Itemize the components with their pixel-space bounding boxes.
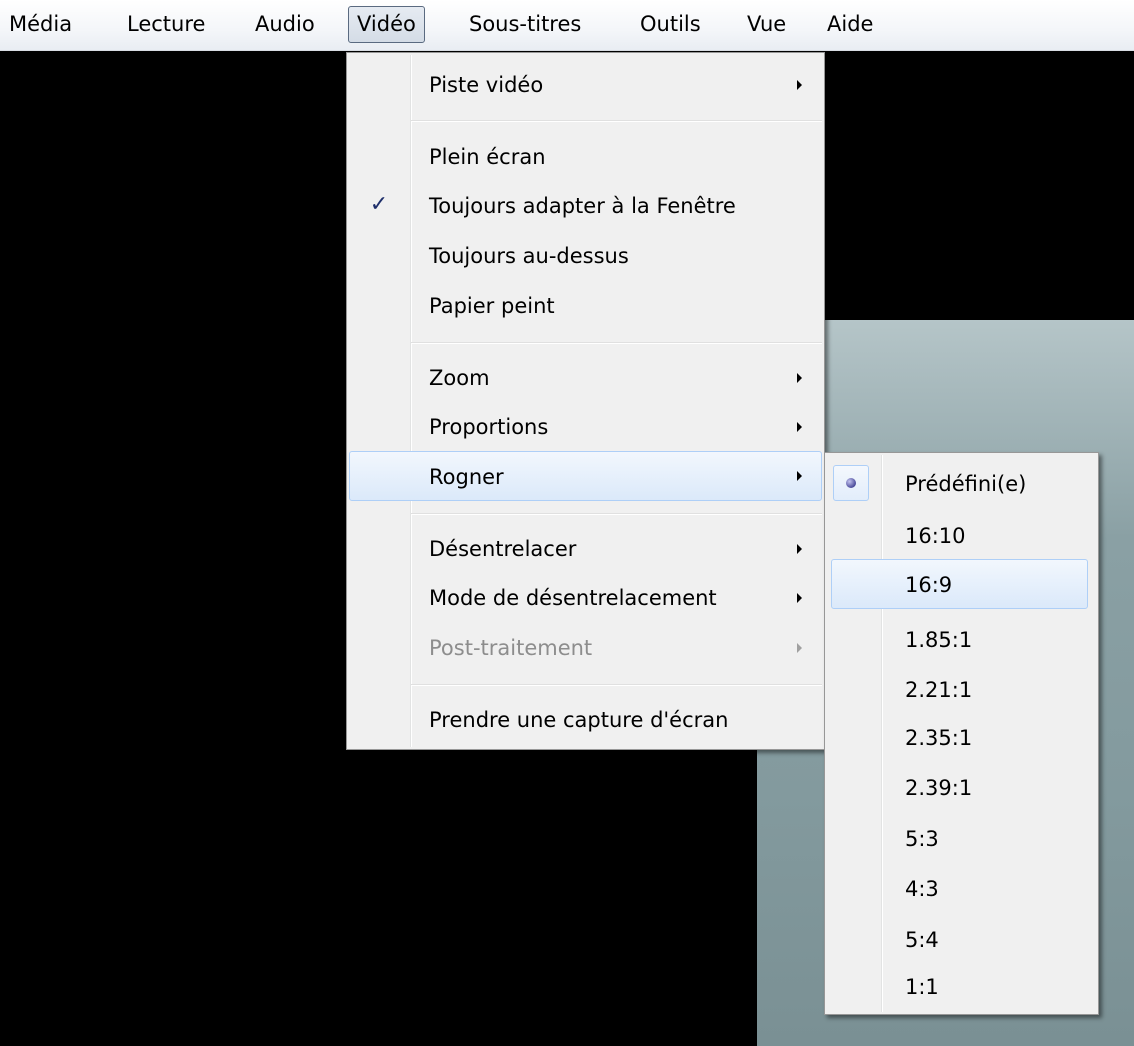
crop-item-16-9[interactable]: 16:9: [831, 559, 1088, 609]
menu-item-label: 1:1: [905, 975, 939, 999]
menu-item-piste-video[interactable]: Piste vidéo: [349, 60, 822, 110]
menu-item-desentrelacer[interactable]: Désentrelacer: [349, 524, 822, 574]
video-menu: Piste vidéo Plein écran ✓ Toujours adapt…: [346, 52, 825, 750]
radio-dot-icon: [846, 478, 856, 488]
menu-item-label: Proportions: [429, 415, 549, 439]
menu-item-capture-ecran[interactable]: Prendre une capture d'écran: [349, 695, 822, 745]
menu-item-label: Post-traitement: [429, 636, 593, 660]
menu-sous-titres[interactable]: Sous-titres: [460, 6, 590, 43]
menu-item-label: Mode de désentrelacement: [429, 586, 717, 610]
menu-outils[interactable]: Outils: [631, 6, 710, 43]
menu-item-label: Zoom: [429, 366, 490, 390]
menu-item-papier-peint[interactable]: Papier peint: [349, 281, 822, 331]
crop-item-4-3[interactable]: 4:3: [827, 864, 1096, 914]
menu-item-label: Piste vidéo: [429, 73, 544, 97]
crop-submenu: Prédéfini(e) 16:10 16:9 1.85:1 2.21:1 2.…: [824, 452, 1099, 1015]
radio-indicator: [833, 465, 869, 501]
menu-item-label: 2.39:1: [905, 776, 973, 800]
menu-item-label: Toujours adapter à la Fenêtre: [429, 194, 736, 218]
menu-item-label: Prédéfini(e): [905, 472, 1027, 496]
menu-item-label: Désentrelacer: [429, 537, 577, 561]
menu-item-label: Plein écran: [429, 145, 546, 169]
menu-item-label: Papier peint: [429, 294, 555, 318]
submenu-arrow-icon: [797, 80, 802, 90]
menu-media[interactable]: Média: [0, 6, 81, 43]
menu-separator: [411, 513, 822, 515]
crop-item-16-10[interactable]: 16:10: [827, 511, 1096, 561]
crop-item-2-39-1[interactable]: 2.39:1: [827, 763, 1096, 813]
menu-item-proportions[interactable]: Proportions: [349, 402, 822, 452]
menu-item-plein-ecran[interactable]: Plein écran: [349, 132, 822, 182]
menu-item-rogner[interactable]: Rogner: [349, 451, 822, 501]
submenu-arrow-icon: [797, 593, 802, 603]
crop-item-5-4[interactable]: 5:4: [827, 915, 1096, 965]
menu-lecture[interactable]: Lecture: [118, 6, 214, 43]
menu-item-zoom[interactable]: Zoom: [349, 353, 822, 403]
menu-separator: [411, 342, 822, 344]
menu-item-label: Rogner: [429, 465, 504, 489]
menu-item-label: 16:10: [905, 524, 966, 548]
crop-item-1-1[interactable]: 1:1: [827, 962, 1096, 1012]
menu-item-mode-desentrelacement[interactable]: Mode de désentrelacement: [349, 573, 822, 623]
submenu-arrow-icon: [797, 643, 802, 653]
submenu-arrow-icon: [797, 373, 802, 383]
menu-separator: [411, 120, 822, 122]
menu-item-label: 5:4: [905, 928, 939, 952]
submenu-arrow-icon: [797, 422, 802, 432]
checkmark-icon: ✓: [369, 192, 389, 217]
crop-item-predefini[interactable]: Prédéfini(e): [827, 459, 1096, 509]
menu-item-toujours-au-dessus[interactable]: Toujours au-dessus: [349, 231, 822, 281]
menu-bar: Média Lecture Audio Vidéo Sous-titres Ou…: [0, 0, 1134, 51]
menu-aide[interactable]: Aide: [818, 6, 882, 43]
submenu-arrow-icon: [797, 471, 802, 481]
menu-item-label: Prendre une capture d'écran: [429, 708, 729, 732]
menu-item-toujours-adapter[interactable]: ✓ Toujours adapter à la Fenêtre: [349, 181, 822, 231]
crop-item-2-35-1[interactable]: 2.35:1: [827, 713, 1096, 763]
menu-item-label: 16:9: [905, 573, 953, 597]
crop-item-2-21-1[interactable]: 2.21:1: [827, 665, 1096, 715]
menu-item-label: Toujours au-dessus: [429, 244, 629, 268]
crop-item-5-3[interactable]: 5:3: [827, 814, 1096, 864]
menu-separator: [411, 684, 822, 686]
menu-item-post-traitement: Post-traitement: [349, 623, 822, 673]
menu-audio[interactable]: Audio: [246, 6, 324, 43]
menu-item-label: 2.35:1: [905, 726, 973, 750]
crop-item-1-85-1[interactable]: 1.85:1: [827, 615, 1096, 665]
menu-video[interactable]: Vidéo: [348, 6, 425, 43]
menu-item-label: 2.21:1: [905, 678, 973, 702]
menu-item-label: 5:3: [905, 827, 939, 851]
menu-vue[interactable]: Vue: [738, 6, 795, 43]
submenu-arrow-icon: [797, 544, 802, 554]
menu-item-label: 1.85:1: [905, 628, 973, 652]
menu-item-label: 4:3: [905, 877, 939, 901]
